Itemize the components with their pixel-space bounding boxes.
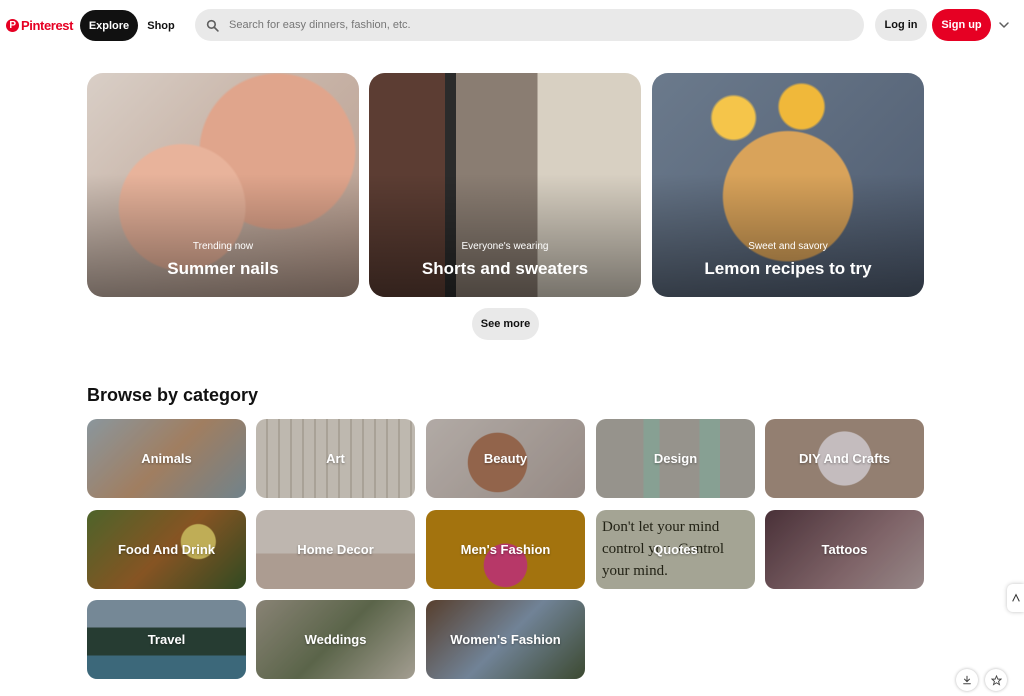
favorite-button[interactable] <box>985 669 1007 691</box>
category-tile-animals[interactable]: Animals <box>87 419 246 498</box>
download-button[interactable] <box>956 669 978 691</box>
category-label: Quotes <box>653 542 698 557</box>
category-label: Home Decor <box>297 542 374 557</box>
login-button[interactable]: Log in <box>875 9 927 41</box>
hero-card-shorts-and-sweaters[interactable]: Everyone's wearing Shorts and sweaters <box>369 73 641 297</box>
search-icon <box>197 19 227 32</box>
category-tile-quotes[interactable]: Don't let your mind control you. Control… <box>596 510 755 589</box>
hero-title: Summer nails <box>167 259 279 278</box>
category-tile-home-decor[interactable]: Home Decor <box>256 510 415 589</box>
category-tile-travel[interactable]: Travel <box>87 600 246 679</box>
category-label: Men's Fashion <box>460 542 551 557</box>
category-tile-design[interactable]: Design <box>596 419 755 498</box>
category-label: Animals <box>141 451 192 466</box>
hero-title: Shorts and sweaters <box>421 259 589 278</box>
search-bar[interactable] <box>195 9 864 41</box>
browse-by-category-heading: Browse by category <box>87 385 259 405</box>
category-tile-weddings[interactable]: Weddings <box>256 600 415 679</box>
hero-title: Lemon recipes to try <box>704 259 872 278</box>
hero-subtitle: Sweet and savory <box>748 241 828 252</box>
category-tile-food-and-drink[interactable]: Food And Drink <box>87 510 246 589</box>
category-label: Art <box>326 451 345 466</box>
category-tile-mens-fashion[interactable]: Men's Fashion <box>426 510 585 589</box>
category-label: DIY And Crafts <box>798 451 890 466</box>
hero-subtitle: Trending now <box>192 241 254 252</box>
signup-button[interactable]: Sign up <box>932 9 991 41</box>
category-label: Women's Fashion <box>450 632 561 647</box>
collapse-icon <box>1011 593 1020 602</box>
explore-tab[interactable]: Explore <box>80 10 138 41</box>
shop-tab[interactable]: Shop <box>143 10 179 41</box>
category-tile-beauty[interactable]: Beauty <box>426 419 585 498</box>
pinterest-logo[interactable]: P Pinterest <box>6 16 73 34</box>
category-label: Design <box>653 451 698 466</box>
category-label: Food And Drink <box>117 542 215 557</box>
category-label: Travel <box>147 632 186 647</box>
hero-subtitle: Everyone's wearing <box>461 241 549 252</box>
search-input[interactable] <box>227 18 831 32</box>
hero-card-lemon-recipes[interactable]: Sweet and savory Lemon recipes to try <box>652 73 924 297</box>
category-label: Tattoos <box>821 542 868 557</box>
category-tile-diy-and-crafts[interactable]: DIY And Crafts <box>765 419 924 498</box>
see-more-button[interactable]: See more <box>472 308 539 340</box>
category-label: Weddings <box>304 632 367 647</box>
pinterest-p-icon: P <box>6 18 19 32</box>
logo-text: Pinterest <box>21 17 74 33</box>
category-tile-tattoos[interactable]: Tattoos <box>765 510 924 589</box>
category-tile-art[interactable]: Art <box>256 419 415 498</box>
chevron-down-icon[interactable] <box>996 17 1012 33</box>
category-label: Beauty <box>483 451 528 466</box>
star-icon <box>990 674 1002 686</box>
download-icon <box>963 675 971 685</box>
hero-card-summer-nails[interactable]: Trending now Summer nails <box>87 73 359 297</box>
side-panel-toggle[interactable] <box>1007 584 1024 612</box>
category-tile-womens-fashion[interactable]: Women's Fashion <box>426 600 585 679</box>
top-nav-bar: P Pinterest Explore Shop Log in Sign up <box>0 0 1024 52</box>
